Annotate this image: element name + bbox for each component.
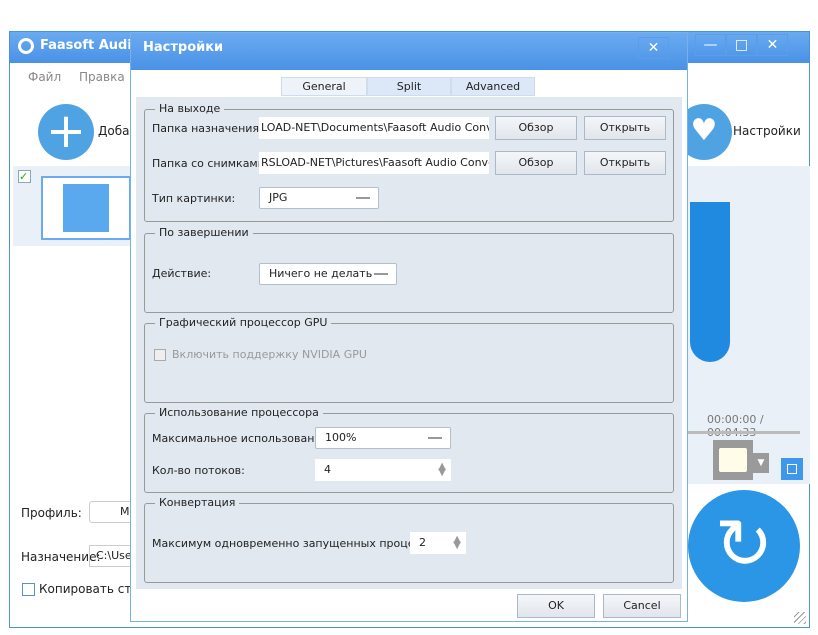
- maximize-button[interactable]: □: [726, 34, 757, 56]
- cancel-button[interactable]: Cancel: [603, 594, 681, 618]
- tab-advanced[interactable]: Advanced: [451, 77, 535, 96]
- tab-general[interactable]: General: [281, 77, 367, 96]
- dialog-title: Настройки: [143, 40, 224, 55]
- output-group-title: На выходе: [155, 102, 225, 115]
- profile-label: Профиль:: [21, 506, 82, 520]
- output-group: На выходе Папка назначения: LOAD-NET\Doc…: [144, 102, 674, 222]
- action-label: Действие:: [152, 267, 212, 280]
- chevron-down-icon: [356, 197, 370, 199]
- chevron-down-icon: [428, 437, 442, 439]
- dest-browse-button[interactable]: Обзор: [495, 116, 577, 140]
- destination-value: C:\Use: [96, 549, 132, 562]
- dialog-close-button[interactable]: ✕: [638, 37, 669, 59]
- snap-folder-label: Папка со снимками:: [152, 157, 269, 170]
- menu-file[interactable]: Файл: [28, 70, 61, 84]
- snap-folder-input[interactable]: RSLOAD-NET\Pictures\Faasoft Audio Conver…: [259, 152, 489, 174]
- fullscreen-button[interactable]: [781, 458, 803, 480]
- dest-folder-input[interactable]: LOAD-NET\Documents\Faasoft Audio Convert…: [259, 117, 489, 139]
- minimize-button[interactable]: —: [695, 34, 726, 56]
- seek-bar[interactable]: [688, 431, 800, 434]
- ok-button[interactable]: OK: [517, 594, 595, 618]
- video-thumbnail-icon: [41, 176, 131, 240]
- app-logo-icon: [18, 38, 34, 54]
- action-value: Ничего не делать: [269, 267, 373, 280]
- threads-value: 4: [324, 463, 331, 476]
- conversion-group: Конвертация Максимум одновременно запуще…: [144, 496, 674, 583]
- image-type-value: JPG: [269, 191, 288, 204]
- music-note-icon: [690, 202, 730, 362]
- spin-arrows-icon[interactable]: ▲ ▼: [438, 462, 446, 478]
- max-processes-value: 2: [419, 536, 426, 549]
- max-usage-select[interactable]: 100%: [315, 427, 451, 449]
- settings-button-label[interactable]: Настройки: [733, 124, 801, 138]
- conversion-group-title: Конвертация: [155, 496, 240, 509]
- dest-open-button[interactable]: Открыть: [584, 116, 666, 140]
- snapshot-button[interactable]: [713, 440, 753, 480]
- snap-open-button[interactable]: Открыть: [584, 151, 666, 175]
- max-usage-label: Максимальное использование:: [152, 432, 333, 445]
- app-title: Faasoft Audio: [40, 38, 141, 53]
- convert-icon[interactable]: ↻: [688, 490, 800, 602]
- settings-dialog: Настройки ✕ General Split Advanced На вы…: [130, 32, 688, 622]
- threads-stepper[interactable]: 4 ▲ ▼: [315, 459, 451, 481]
- dialog-body: На выходе Папка назначения: LOAD-NET\Doc…: [136, 97, 682, 589]
- action-select[interactable]: Ничего не делать: [259, 263, 397, 285]
- chevron-down-icon: [374, 273, 388, 275]
- finish-group-title: По завершении: [155, 226, 253, 239]
- image-type-label: Тип картинки:: [152, 192, 236, 205]
- resize-grip-icon[interactable]: [794, 612, 806, 624]
- gpu-checkbox[interactable]: [154, 349, 166, 361]
- dialog-title-bar: Настройки ✕: [131, 33, 687, 70]
- close-button[interactable]: ✕: [757, 34, 788, 56]
- dest-folder-label: Папка назначения:: [152, 122, 263, 135]
- menu-edit[interactable]: Правка: [79, 70, 125, 84]
- cpu-group-title: Использование процессора: [155, 406, 323, 419]
- tab-split[interactable]: Split: [367, 77, 451, 96]
- gpu-group-title: Графический процессор GPU: [155, 316, 332, 329]
- time-display: 00:00:00 / 00:04:33: [707, 413, 764, 439]
- snapshot-dropdown-icon[interactable]: ▼: [753, 453, 769, 473]
- add-plus-icon[interactable]: +: [38, 104, 94, 160]
- copy-structure-checkbox[interactable]: [22, 583, 35, 596]
- file-checkbox[interactable]: ✓: [18, 170, 31, 183]
- max-usage-value: 100%: [325, 431, 357, 444]
- max-processes-label: Максимум одновременно запущенных процесс…: [152, 537, 444, 550]
- spin-arrows-icon[interactable]: ▲ ▼: [453, 535, 461, 551]
- cpu-group: Использование процессора Максимальное ис…: [144, 406, 674, 493]
- gpu-group: Графический процессор GPU Включить подде…: [144, 316, 674, 403]
- snap-browse-button[interactable]: Обзор: [495, 151, 577, 175]
- threads-label: Кол-во потоков:: [152, 464, 245, 477]
- image-type-select[interactable]: JPG: [259, 187, 379, 209]
- finish-group: По завершении Действие: Ничего не делать: [144, 226, 674, 313]
- gpu-checkbox-label: Включить поддержку NVIDIA GPU: [172, 348, 367, 361]
- max-processes-stepper[interactable]: 2 ▲ ▼: [410, 532, 466, 554]
